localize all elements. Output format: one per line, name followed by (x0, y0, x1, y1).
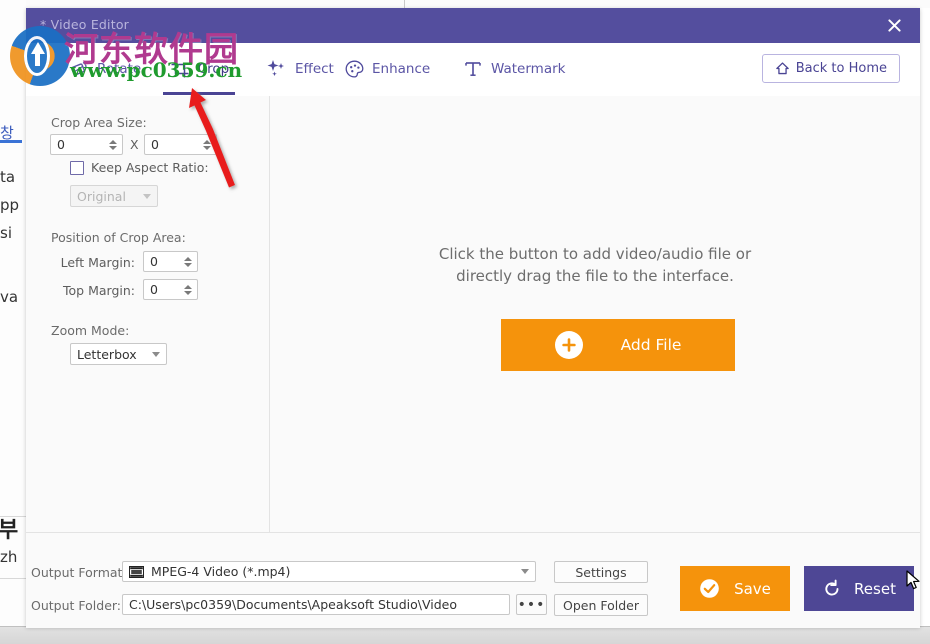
open-folder-label: Open Folder (563, 597, 639, 613)
keep-aspect-ratio-label: Keep Aspect Ratio: (91, 160, 209, 175)
checkbox-box[interactable] (70, 160, 84, 175)
close-icon (887, 19, 901, 32)
zoom-mode-label: Zoom Mode: (51, 323, 130, 338)
crop-icon (169, 58, 191, 80)
close-button[interactable] (868, 8, 920, 43)
output-format-select[interactable]: MPEG-4 Video (*.mp4) (122, 561, 536, 582)
left-margin-label: Left Margin: (60, 255, 135, 270)
crop-height-stepper[interactable] (144, 134, 217, 155)
plus-icon (554, 331, 583, 359)
tab-effect-label: Effect (295, 61, 334, 77)
crop-width-stepper[interactable] (50, 134, 123, 155)
chevron-down-icon[interactable] (521, 569, 529, 574)
chevron-down-icon (152, 351, 160, 357)
crop-area-size-label: Crop Area Size: (51, 115, 147, 130)
output-bar: Output Format: MPEG-4 Video (*.mp4) Sett… (26, 532, 920, 628)
settings-label: Settings (575, 564, 627, 580)
output-format-value: MPEG-4 Video (*.mp4) (151, 564, 291, 579)
output-format-label: Output Format: (31, 565, 127, 580)
home-icon (775, 61, 790, 76)
background-divider (0, 516, 26, 517)
position-of-crop-area-label: Position of Crop Area: (51, 230, 186, 245)
text-t-icon (462, 58, 484, 80)
tab-rotate[interactable]: Rotate (66, 43, 143, 95)
background-top-strip (0, 0, 930, 8)
back-to-home-button[interactable]: Back to Home (761, 54, 900, 83)
aspect-ratio-select: Original (70, 185, 158, 207)
background-text-fragment: pp (0, 196, 20, 214)
tab-rotate-label: Rotate (97, 61, 142, 77)
browse-folder-button[interactable]: ••• (516, 594, 547, 615)
add-file-label: Add File (620, 336, 682, 354)
editor-toolbar: Rotate Crop Effect Enhance Watermark Bac… (26, 43, 920, 97)
left-margin-arrows[interactable] (183, 252, 193, 271)
drop-hint-line-2: directly drag the file to the interface. (456, 267, 734, 285)
tab-watermark[interactable]: Watermark (460, 43, 567, 95)
tab-crop-label: Crop (197, 61, 230, 77)
drop-hint-line-1: Click the button to add video/audio file… (438, 245, 752, 263)
crop-width-arrows[interactable] (108, 135, 118, 154)
output-folder-value: C:\Users\pc0359\Documents\Apeaksoft Stud… (129, 597, 458, 612)
top-margin-label: Top Margin: (63, 283, 135, 298)
refresh-icon (822, 579, 842, 599)
keep-aspect-ratio-checkbox[interactable]: Keep Aspect Ratio: (70, 160, 209, 175)
reset-label: Reset (854, 579, 896, 598)
ellipsis-icon: ••• (517, 596, 546, 613)
background-text-fragment: zh (0, 548, 18, 566)
output-folder-input[interactable]: C:\Users\pc0359\Documents\Apeaksoft Stud… (122, 594, 510, 615)
add-file-button[interactable]: Add File (501, 319, 735, 371)
preview-drop-area[interactable]: Click the button to add video/audio file… (270, 96, 920, 532)
video-editor-window: * Video Editor Rotate Crop Effect Enhanc… (26, 8, 920, 628)
left-margin-stepper[interactable] (143, 251, 198, 272)
background-text-fragment: va (0, 288, 19, 306)
save-label: Save (734, 579, 771, 598)
drop-hint-text: Click the button to add video/audio file… (270, 243, 920, 287)
crop-height-arrows[interactable] (202, 135, 212, 154)
background-divider (0, 578, 26, 579)
background-text-fragment: 창 (0, 124, 14, 142)
settings-button[interactable]: Settings (554, 561, 648, 583)
reset-button[interactable]: Reset (804, 566, 914, 611)
window-title: * Video Editor (40, 17, 130, 32)
tab-crop[interactable]: Crop (163, 43, 235, 95)
top-margin-arrows[interactable] (183, 280, 193, 299)
rotate-icon (68, 58, 90, 80)
zoom-mode-select[interactable]: Letterbox (70, 343, 167, 365)
check-circle-icon (699, 578, 720, 599)
chevron-down-icon (143, 193, 151, 199)
taskbar (0, 627, 930, 644)
crop-settings-panel: Crop Area Size: X Keep Aspect Ratio: Ori… (26, 96, 270, 532)
title-bar: * Video Editor (26, 8, 920, 43)
tab-effect[interactable]: Effect (264, 43, 336, 95)
top-margin-stepper[interactable] (143, 279, 198, 300)
tab-enhance-label: Enhance (372, 61, 431, 77)
tab-crop-active-underline (163, 92, 235, 95)
background-left-strip: 창 ta pp si va zh 부 (0, 0, 26, 644)
open-folder-button[interactable]: Open Folder (554, 594, 648, 616)
background-text-fragment: si (0, 224, 12, 242)
aspect-ratio-value: Original (77, 188, 126, 204)
save-button[interactable]: Save (680, 566, 790, 611)
zoom-mode-value: Letterbox (77, 346, 137, 362)
output-folder-label: Output Folder: (31, 598, 122, 613)
film-icon (129, 565, 144, 578)
editor-body: Crop Area Size: X Keep Aspect Ratio: Ori… (26, 96, 920, 532)
back-to-home-label: Back to Home (795, 61, 887, 76)
tab-enhance[interactable]: Enhance (341, 43, 432, 95)
tab-watermark-label: Watermark (491, 61, 566, 77)
sparkle-icon (266, 58, 288, 80)
enhance-icon (343, 58, 365, 80)
size-separator: X (130, 137, 139, 152)
background-text-fragment: ta (0, 168, 16, 186)
